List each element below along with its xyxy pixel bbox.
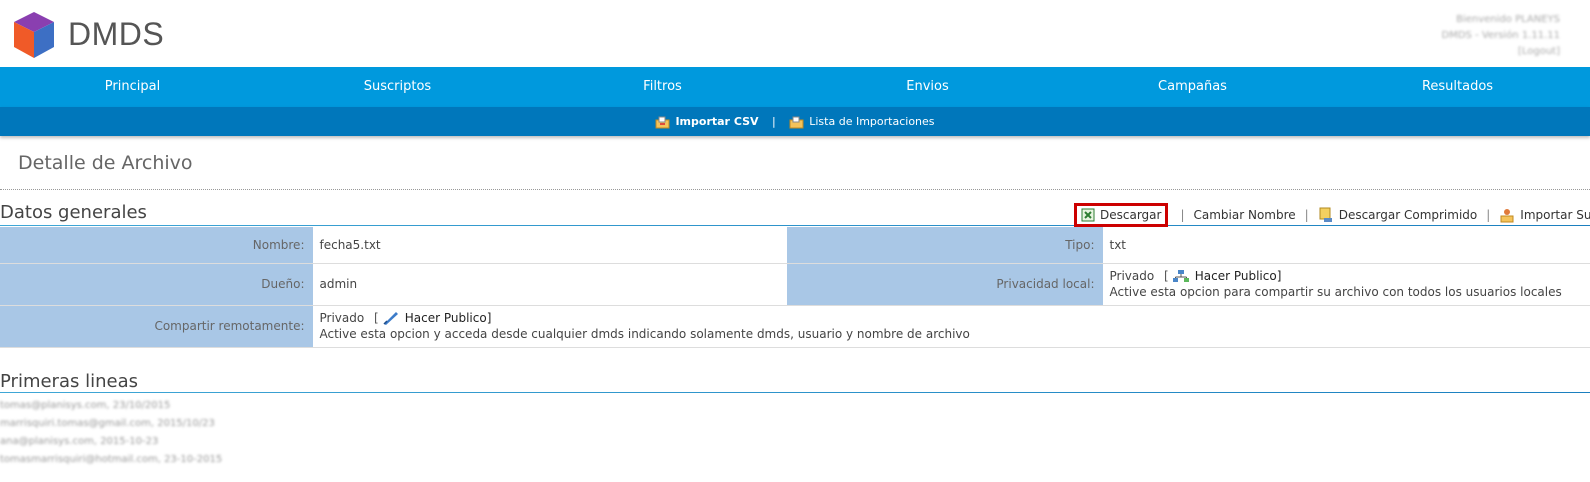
logout-link[interactable]: [Logout] [1442, 44, 1560, 60]
action-separator: | [1304, 208, 1309, 222]
local-make-public-label: Hacer Publico] [1194, 269, 1282, 283]
share-network-icon [1172, 270, 1189, 282]
rename-label: Cambiar Nombre [1193, 208, 1296, 222]
rename-button[interactable]: Cambiar Nombre [1194, 208, 1296, 222]
subnav-separator: | [772, 115, 776, 128]
remote-make-public-link[interactable]: [ Hacer Publico] [374, 310, 491, 326]
remote-share-label: Compartir remotamente: [0, 305, 314, 348]
local-make-public-link[interactable]: [ Hacer Publico] [1164, 268, 1281, 284]
name-label: Nombre: [0, 227, 314, 264]
import-subscribers-icon [1500, 209, 1514, 223]
first-lines-line [0, 392, 1590, 393]
action-separator: | [1180, 208, 1185, 222]
list-item: ana@planisys.com, 2015-10-23 [0, 436, 159, 447]
page-title: Detalle de Archivo [18, 152, 193, 174]
title-divider [0, 189, 1590, 190]
user-info: Bienvenido PLANEYS DMDS - Versión 1.11.1… [1442, 12, 1560, 60]
file-details-table: Nombre: fecha5.txt Tipo: txt Dueño: admi… [0, 227, 1590, 348]
dmds-logo-icon [14, 12, 54, 58]
download-zip-button[interactable]: Descargar Comprimido [1318, 207, 1478, 223]
first-lines-title: Primeras lineas [0, 371, 138, 392]
remote-share-value: Privado [ Hacer Publico] Active esta opc… [313, 305, 1590, 348]
file-actions: Descargar | Cambiar Nombre | Descargar C… [1074, 202, 1590, 228]
import-csv-link[interactable]: Importar CSV [675, 115, 758, 128]
import-subscribers-label: Importar Suscriptos [1520, 208, 1590, 222]
local-privacy-status: Privado [1109, 269, 1155, 283]
general-section-title: Datos generales [0, 202, 147, 223]
list-item: marrisquiri.tomas@gmail.com, 2015/10/23 [0, 418, 215, 429]
download-zip-label: Descargar Comprimido [1338, 208, 1478, 222]
nav-filtros[interactable]: Filtros [530, 67, 795, 107]
local-privacy-label: Privacidad local: [787, 263, 1104, 306]
excel-icon [1081, 208, 1095, 222]
local-privacy-value: Privado [ Hacer Publico] Active esta opc… [1103, 263, 1590, 306]
remote-share-status: Privado [319, 311, 365, 325]
download-label: Descargar [1100, 208, 1162, 222]
nav-envios[interactable]: Envios [795, 67, 1060, 107]
list-item: tomas@planisys.com, 23/10/2015 [0, 400, 171, 411]
nav-resultados[interactable]: Resultados [1325, 67, 1590, 107]
owner-label: Dueño: [0, 263, 314, 306]
table-row: Nombre: fecha5.txt Tipo: txt [0, 227, 1590, 264]
main-nav: Principal Suscriptos Filtros Envios Camp… [0, 67, 1590, 107]
first-lines-list: tomas@planisys.com, 23/10/2015 marrisqui… [0, 397, 222, 469]
table-row: Dueño: admin Privacidad local: Privado [… [0, 263, 1590, 306]
version-text: DMDS - Versión 1.11.11 [1441, 30, 1560, 41]
import-list-link[interactable]: Lista de Importaciones [809, 115, 934, 128]
remote-share-help: Active esta opcion y acceda desde cualqu… [319, 327, 970, 341]
sub-nav: Importar CSV | Lista de Importaciones [0, 107, 1590, 136]
import-list-icon [789, 116, 804, 128]
app-header: DMDS Bienvenido PLANEYS DMDS - Versión 1… [0, 0, 1590, 67]
type-label: Tipo: [787, 227, 1104, 264]
nav-principal[interactable]: Principal [0, 67, 265, 107]
remote-make-public-label: Hacer Publico] [404, 311, 492, 325]
nav-suscriptos[interactable]: Suscriptos [265, 67, 530, 107]
owner-value: admin [313, 263, 787, 306]
list-item: tomasmarrisquiri@hotmail.com, 23-10-2015 [0, 454, 223, 465]
table-row: Compartir remotamente: Privado [ Hacer P… [0, 305, 1590, 348]
name-value: fecha5.txt [313, 227, 787, 264]
welcome-text: Bienvenido PLANEYS [1456, 14, 1560, 25]
action-separator: | [1486, 208, 1491, 222]
import-csv-icon [655, 116, 670, 128]
compressed-file-icon [1319, 207, 1332, 222]
import-subscribers-button[interactable]: Importar Suscriptos [1499, 207, 1590, 223]
local-privacy-help: Active esta opcion para compartir su arc… [1109, 285, 1562, 299]
type-value: txt [1103, 227, 1590, 264]
download-button[interactable]: Descargar [1074, 203, 1169, 227]
brand-name: DMDS [68, 16, 165, 52]
feather-pen-icon [383, 312, 398, 325]
nav-campanas[interactable]: Campañas [1060, 67, 1325, 107]
